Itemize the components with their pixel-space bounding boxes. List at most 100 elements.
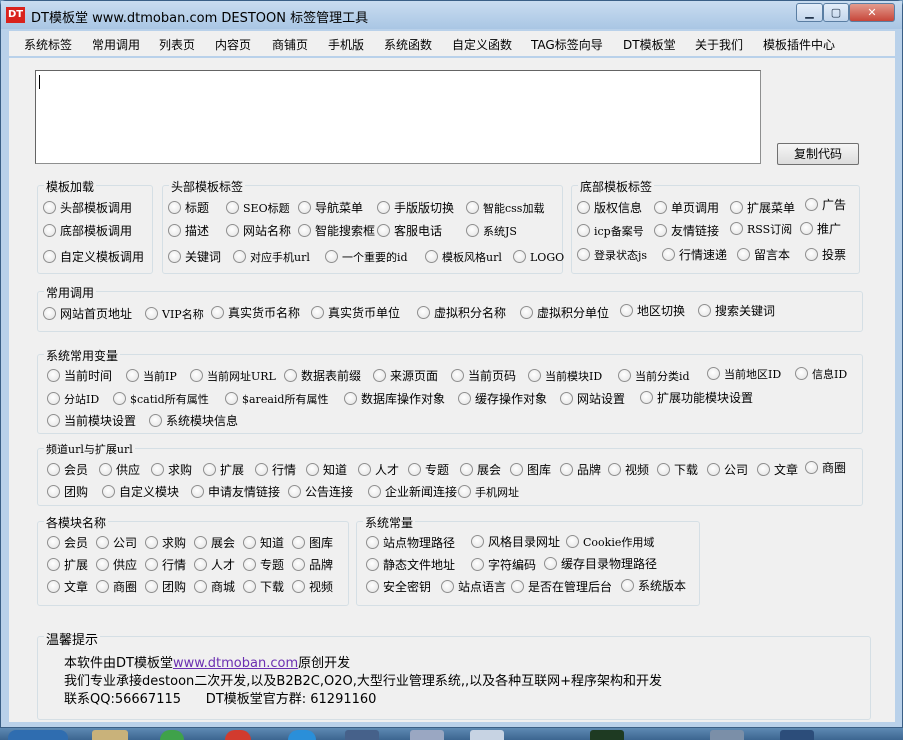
radio-option[interactable]: 当前页码 bbox=[451, 369, 516, 383]
radio-option[interactable]: 公司 bbox=[96, 536, 137, 550]
radio-option[interactable]: 品牌 bbox=[292, 558, 333, 572]
radio-option[interactable]: 数据表前缀 bbox=[284, 369, 361, 383]
radio-option[interactable]: 当前地区ID bbox=[707, 367, 781, 382]
radio-button[interactable] bbox=[662, 248, 675, 261]
radio-option[interactable]: 公司 bbox=[707, 463, 748, 477]
radio-option[interactable]: 网站设置 bbox=[560, 392, 625, 406]
radio-option[interactable]: 风格目录网址 bbox=[471, 535, 560, 549]
radio-option[interactable]: 安全密钥 bbox=[366, 580, 431, 594]
radio-button[interactable] bbox=[43, 250, 56, 263]
close-button[interactable]: ✕ bbox=[849, 3, 895, 22]
radio-button[interactable] bbox=[730, 222, 743, 235]
radio-option[interactable]: 静态文件地址 bbox=[366, 558, 455, 572]
radio-button[interactable] bbox=[795, 367, 808, 380]
radio-option[interactable]: 信息ID bbox=[795, 367, 847, 382]
radio-option[interactable]: 来源页面 bbox=[373, 369, 438, 383]
radio-button[interactable] bbox=[168, 250, 181, 263]
radio-option[interactable]: 搜索关键词 bbox=[698, 304, 775, 318]
radio-button[interactable] bbox=[145, 307, 158, 320]
radio-option[interactable]: 供应 bbox=[96, 558, 137, 572]
radio-option[interactable]: 求购 bbox=[151, 463, 192, 477]
terminal-icon[interactable] bbox=[590, 730, 624, 740]
radio-button[interactable] bbox=[168, 201, 181, 214]
radio-option[interactable]: 商圈 bbox=[805, 461, 846, 475]
radio-option[interactable]: 行情速递 bbox=[662, 248, 727, 262]
radio-option[interactable]: 供应 bbox=[99, 463, 140, 477]
radio-option[interactable]: 当前模块设置 bbox=[47, 414, 136, 428]
radio-option[interactable]: 字符编码 bbox=[471, 558, 536, 572]
radio-button[interactable] bbox=[145, 536, 158, 549]
radio-button[interactable] bbox=[805, 198, 818, 211]
radio-option[interactable]: 一个重要的id bbox=[325, 250, 408, 265]
radio-button[interactable] bbox=[621, 579, 634, 592]
menu-dt-moban[interactable]: DT模板堂 bbox=[623, 36, 676, 53]
browser-icon[interactable] bbox=[160, 730, 184, 740]
radio-button[interactable] bbox=[471, 558, 484, 571]
radio-button[interactable] bbox=[194, 580, 207, 593]
radio-option[interactable]: 知道 bbox=[243, 536, 284, 550]
radio-option[interactable]: 关键词 bbox=[168, 250, 221, 264]
radio-button[interactable] bbox=[460, 463, 473, 476]
menu-system-functions[interactable]: 系统函数 bbox=[384, 36, 432, 53]
radio-button[interactable] bbox=[145, 558, 158, 571]
menu-mobile[interactable]: 手机版 bbox=[328, 36, 364, 53]
radio-option[interactable]: 视频 bbox=[292, 580, 333, 594]
window-icon-2[interactable] bbox=[710, 730, 744, 740]
radio-button[interactable] bbox=[373, 369, 386, 382]
radio-option[interactable]: 扩展菜单 bbox=[730, 201, 795, 215]
radio-option[interactable]: 虚拟积分名称 bbox=[417, 306, 506, 320]
radio-button[interactable] bbox=[466, 224, 479, 237]
radio-button[interactable] bbox=[377, 201, 390, 214]
radio-button[interactable] bbox=[190, 369, 203, 382]
radio-option[interactable]: RSS订阅 bbox=[730, 222, 792, 237]
radio-option[interactable]: 数据库操作对象 bbox=[344, 392, 445, 406]
radio-option[interactable]: 专题 bbox=[243, 558, 284, 572]
radio-option[interactable]: 图库 bbox=[292, 536, 333, 550]
radio-button[interactable] bbox=[203, 463, 216, 476]
radio-option[interactable]: 系统模块信息 bbox=[149, 414, 238, 428]
radio-button[interactable] bbox=[566, 535, 579, 548]
menu-plugin-center[interactable]: 模板插件中心 bbox=[763, 36, 835, 53]
radio-button[interactable] bbox=[654, 224, 667, 237]
radio-option[interactable]: 头部模板调用 bbox=[43, 201, 132, 215]
minimize-button[interactable]: ▁ bbox=[796, 3, 823, 22]
radio-button[interactable] bbox=[458, 392, 471, 405]
radio-button[interactable] bbox=[233, 250, 246, 263]
radio-option[interactable]: 标题 bbox=[168, 201, 209, 215]
radio-option[interactable]: 品牌 bbox=[560, 463, 601, 477]
radio-button[interactable] bbox=[366, 536, 379, 549]
code-output-textarea[interactable] bbox=[35, 70, 761, 164]
radio-button[interactable] bbox=[805, 461, 818, 474]
radio-option[interactable]: 展会 bbox=[460, 463, 501, 477]
radio-button[interactable] bbox=[191, 485, 204, 498]
radio-button[interactable] bbox=[47, 485, 60, 498]
radio-button[interactable] bbox=[325, 250, 338, 263]
radio-button[interactable] bbox=[344, 392, 357, 405]
radio-button[interactable] bbox=[458, 485, 471, 498]
radio-button[interactable] bbox=[640, 391, 653, 404]
radio-button[interactable] bbox=[707, 463, 720, 476]
radio-button[interactable] bbox=[800, 222, 813, 235]
menu-list-page[interactable]: 列表页 bbox=[159, 36, 195, 53]
radio-option[interactable]: 友情链接 bbox=[654, 224, 719, 238]
radio-option[interactable]: 会员 bbox=[47, 536, 88, 550]
radio-option[interactable]: 扩展 bbox=[47, 558, 88, 572]
radio-button[interactable] bbox=[306, 463, 319, 476]
radio-option[interactable]: 手版版切换 bbox=[377, 201, 454, 215]
title-bar[interactable]: DT DT模板堂 www.dtmoban.com DESTOON 标签管理工具 … bbox=[1, 1, 902, 29]
radio-option[interactable]: 行情 bbox=[255, 463, 296, 477]
radio-button[interactable] bbox=[43, 224, 56, 237]
radio-option[interactable]: icp备案号 bbox=[577, 224, 644, 239]
radio-option[interactable]: 缓存目录物理路径 bbox=[544, 557, 657, 571]
radio-option[interactable]: 公告连接 bbox=[288, 485, 353, 499]
radio-button[interactable] bbox=[298, 224, 311, 237]
radio-button[interactable] bbox=[737, 248, 750, 261]
radio-button[interactable] bbox=[757, 463, 770, 476]
radio-button[interactable] bbox=[194, 536, 207, 549]
radio-option[interactable]: 商圈 bbox=[96, 580, 137, 594]
radio-option[interactable]: 广告 bbox=[805, 198, 846, 212]
radio-button[interactable] bbox=[243, 536, 256, 549]
radio-option[interactable]: 是否在管理后台 bbox=[511, 580, 612, 594]
radio-option[interactable]: 手机网址 bbox=[458, 485, 519, 500]
radio-option[interactable]: $catid所有属性 bbox=[113, 392, 209, 407]
